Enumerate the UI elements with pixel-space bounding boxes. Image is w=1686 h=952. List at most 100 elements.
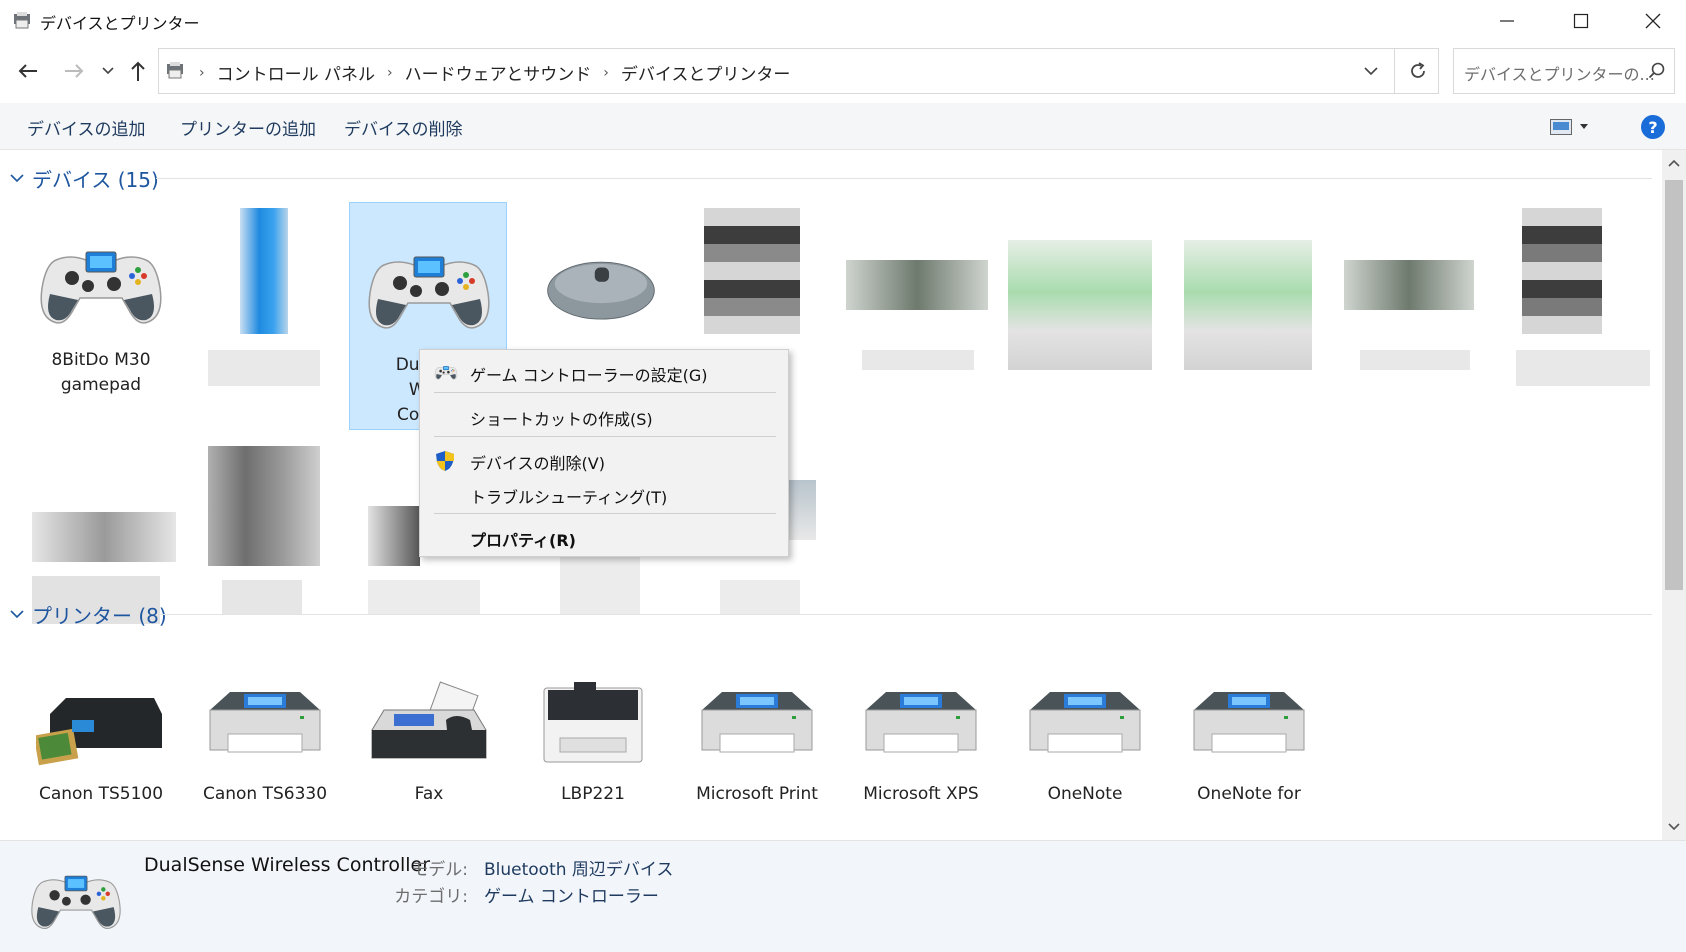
printer-label: Microsoft Print (696, 784, 818, 804)
printer-tile[interactable]: LBP221 (514, 650, 672, 840)
address-dropdown-button[interactable] (1348, 48, 1394, 94)
scroll-up-button[interactable] (1662, 152, 1686, 174)
add-printer-button[interactable]: プリンターの追加 (180, 115, 316, 140)
add-device-button[interactable]: デバイスの追加 (27, 115, 146, 140)
printer-tile[interactable]: Microsoft XPS (842, 650, 1000, 840)
devices-group-title: デバイス (15) (32, 168, 159, 192)
address-bar[interactable]: › コントロール パネル › ハードウェアとサウンド › デバイスとプリンター (158, 48, 1439, 94)
blurred-device-label (1360, 350, 1470, 370)
blurred-device-label (720, 580, 800, 614)
blurred-device-label (1516, 350, 1650, 386)
caret-down-icon (1580, 124, 1588, 129)
printer-tile[interactable]: Canon TS5100 (22, 650, 180, 840)
search-icon (1648, 62, 1665, 79)
gamepad-icon (40, 251, 162, 324)
fax-icon (371, 681, 487, 759)
printer-tile[interactable]: OneNote for (1170, 650, 1328, 840)
arrow-up-icon (131, 61, 145, 81)
refresh-icon (1410, 62, 1425, 78)
blurred-device-icon (240, 208, 288, 334)
recent-locations-button[interactable] (96, 58, 120, 84)
refresh-button[interactable] (1394, 48, 1440, 94)
inkjet-printer-icon (36, 698, 162, 766)
device-tile[interactable] (522, 198, 680, 348)
back-button[interactable] (14, 58, 42, 84)
gamepad-icon (434, 366, 458, 380)
blurred-device-icon (704, 208, 800, 334)
menu-item-game-controller-settings[interactable]: ゲーム コントローラーの設定(G) (420, 356, 788, 388)
help-button[interactable]: ? (1641, 115, 1665, 139)
search-box[interactable]: デバイスとプリンターの... (1453, 48, 1675, 94)
device-list: デバイス (15) 8BitDo M30 gamepad Dua Wi Con (0, 150, 1662, 840)
blurred-device-icon (1008, 240, 1152, 370)
up-button[interactable] (124, 58, 152, 84)
minimize-icon (1500, 20, 1514, 22)
devices-group-header[interactable]: デバイス (15) (10, 164, 159, 193)
printer-tile[interactable]: Canon TS6330 (186, 650, 344, 840)
chevron-down-icon (1364, 66, 1378, 75)
category-value: ゲーム コントローラー (484, 887, 659, 907)
close-icon (1645, 13, 1661, 29)
blurred-device-icon (846, 260, 988, 310)
maximize-button[interactable] (1548, 0, 1614, 42)
blurred-device-label (208, 350, 320, 386)
printer-label: Canon TS6330 (202, 784, 328, 804)
printer-tile[interactable]: Microsoft Print (678, 650, 836, 840)
blurred-device-label (862, 350, 974, 370)
category-label: カテゴリ: (394, 887, 468, 907)
blurred-device-label (368, 580, 480, 614)
printer-icon (865, 691, 977, 753)
blurred-device-icon (1522, 208, 1602, 334)
scrollbar-thumb[interactable] (1665, 180, 1683, 590)
window-title: デバイスとプリンター (40, 14, 200, 33)
breadcrumb-devices-printers[interactable]: デバイスとプリンター (621, 60, 791, 85)
printer-tile[interactable]: OneNote (1006, 650, 1164, 840)
scroll-down-button[interactable] (1662, 816, 1686, 838)
breadcrumb-hardware-sound[interactable]: ハードウェアとサウンド (405, 60, 592, 85)
forward-button[interactable] (60, 58, 88, 84)
menu-item-remove-device[interactable]: デバイスの削除(V) (420, 444, 788, 476)
group-divider (156, 614, 1652, 615)
search-input[interactable]: デバイスとプリンターの... (1464, 61, 1655, 85)
vertical-scrollbar[interactable] (1662, 150, 1686, 840)
group-divider (156, 178, 1652, 179)
menu-item-properties[interactable]: プロパティ(R) (420, 521, 788, 553)
printer-icon (209, 691, 321, 753)
shield-icon (436, 451, 454, 471)
printer-label: LBP221 (561, 784, 625, 804)
blurred-device-icon (368, 506, 420, 566)
printer-label: Microsoft XPS (863, 784, 979, 804)
printers-group-header[interactable]: プリンター (8) (10, 600, 167, 629)
blurred-device-icon (32, 512, 176, 562)
gamepad-icon (368, 256, 490, 329)
arrow-left-icon (18, 64, 37, 78)
breadcrumb-separator-icon: › (603, 64, 609, 81)
details-pane: DualSense Wireless Controller モデル: Bluet… (0, 840, 1686, 952)
change-view-button[interactable] (1550, 114, 1598, 140)
remove-device-button[interactable]: デバイスの削除 (344, 115, 463, 140)
model-label: モデル: (411, 860, 468, 880)
view-icon (1550, 119, 1572, 135)
chevron-up-icon (1668, 159, 1680, 167)
minimize-button[interactable] (1474, 0, 1540, 42)
command-bar: デバイスの追加 プリンターの追加 デバイスの削除 ? (0, 103, 1686, 150)
printer-label: OneNote (1047, 784, 1123, 804)
close-button[interactable] (1620, 0, 1686, 42)
blurred-device-icon (560, 550, 640, 614)
title-bar: デバイスとプリンター (0, 0, 1686, 42)
chevron-down-icon (102, 67, 114, 75)
menu-separator (434, 513, 776, 514)
maximize-icon (1573, 13, 1589, 29)
printer-tile[interactable]: Fax (350, 650, 508, 840)
device-label: 8BitDo M30 gamepad (51, 350, 151, 395)
breadcrumb-separator-icon: › (199, 64, 205, 81)
mouse-icon (547, 261, 655, 320)
breadcrumb-control-panel[interactable]: コントロール パネル (217, 60, 375, 85)
device-tile[interactable]: 8BitDo M30 gamepad (22, 198, 180, 408)
menu-separator (434, 436, 776, 437)
printer-label: OneNote for (1197, 784, 1301, 804)
menu-item-troubleshoot[interactable]: トラブルシューティング(T) (420, 478, 788, 510)
chevron-down-icon (10, 173, 24, 182)
gamepad-icon (31, 875, 121, 930)
menu-item-create-shortcut[interactable]: ショートカットの作成(S) (420, 400, 788, 432)
